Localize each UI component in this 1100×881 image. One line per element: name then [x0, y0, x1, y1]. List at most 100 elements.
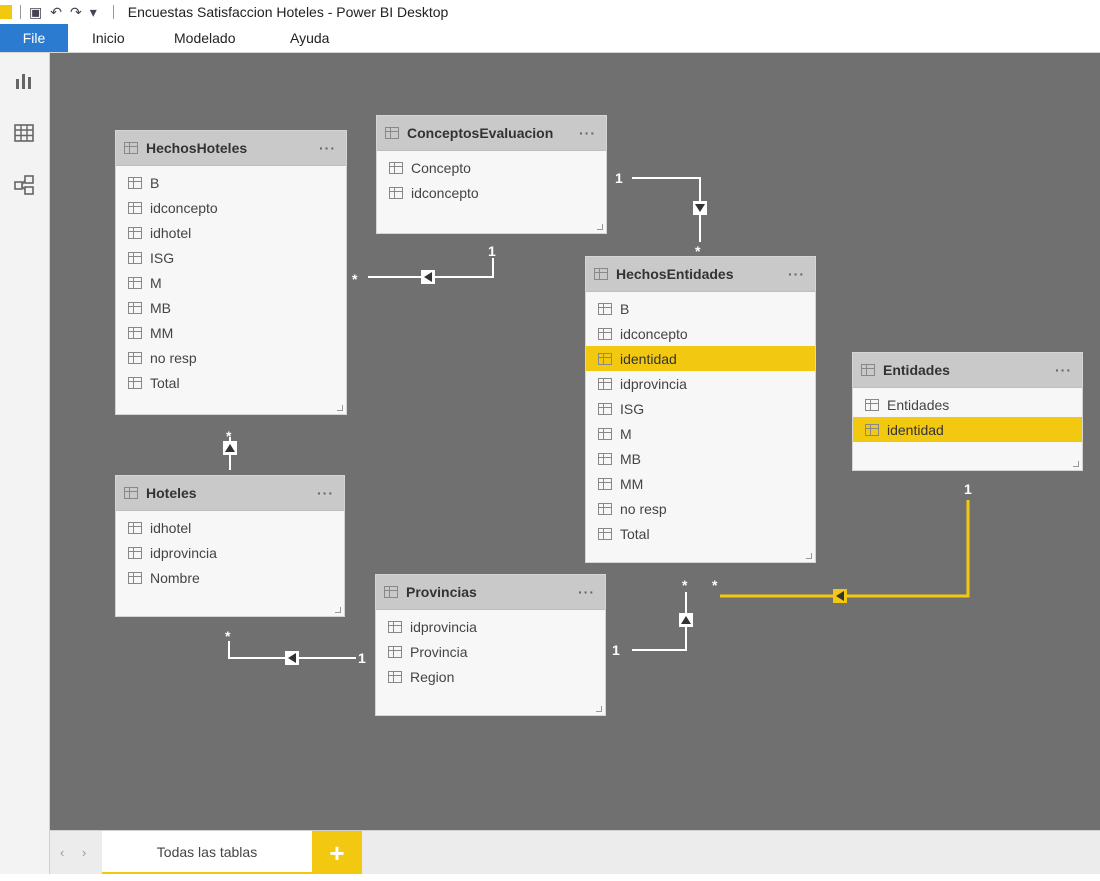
field-row[interactable]: identidad [853, 417, 1082, 442]
field-row[interactable]: identidad [586, 346, 815, 371]
field-row[interactable]: Provincia [376, 639, 605, 664]
column-icon [128, 326, 142, 339]
tab-file[interactable]: File [0, 24, 68, 52]
undo-icon[interactable]: ↶ [50, 4, 62, 21]
field-row[interactable]: MM [116, 320, 346, 345]
redo-icon[interactable]: ↷ [70, 4, 82, 21]
column-icon [598, 452, 612, 465]
field-name: idconcepto [620, 325, 688, 342]
customize-toolbar-icon[interactable]: ▾ [90, 4, 97, 21]
field-row[interactable]: MM [586, 471, 815, 496]
table-header[interactable]: ConceptosEvaluacion ··· [377, 116, 606, 151]
field-row[interactable]: idprovincia [586, 371, 815, 396]
field-name: MM [620, 475, 644, 492]
table-card-entidades[interactable]: Entidades ··· Entidades identidad [853, 353, 1082, 470]
column-icon [128, 251, 142, 264]
field-row[interactable]: M [116, 270, 346, 295]
table-header[interactable]: HechosHoteles ··· [116, 131, 346, 166]
table-card-conceptosevaluacion[interactable]: ConceptosEvaluacion ··· Concepto idconcep… [377, 116, 606, 233]
more-options-icon[interactable]: ··· [1055, 362, 1072, 378]
field-row[interactable]: idhotel [116, 515, 344, 540]
table-icon [384, 586, 398, 598]
add-layout-button[interactable]: + [312, 831, 362, 875]
table-card-provincias[interactable]: Provincias ··· idprovincia Provincia Regio… [376, 575, 605, 715]
more-options-icon[interactable]: ··· [578, 584, 595, 600]
view-switcher [0, 53, 50, 881]
report-view-icon[interactable] [12, 69, 36, 93]
field-row[interactable]: ISG [586, 396, 815, 421]
table-card-hechoshoteles[interactable]: HechosHoteles ··· Bidconcepto idhotel ISG M… [116, 131, 346, 414]
divider [112, 5, 114, 19]
tab-inicio[interactable]: Inicio [92, 24, 125, 52]
scroll-left-icon[interactable]: ‹ [60, 845, 64, 860]
table-name: Entidades [883, 362, 950, 378]
column-icon [128, 301, 142, 314]
field-row[interactable]: no resp [116, 345, 346, 370]
ribbon: File Inicio Modelado Ayuda [0, 24, 1100, 53]
field-row[interactable]: Region [376, 664, 605, 689]
field-name: idprovincia [150, 544, 217, 561]
table-name: ConceptosEvaluacion [407, 125, 554, 141]
table-header[interactable]: Entidades ··· [853, 353, 1082, 388]
field-name: MM [150, 324, 174, 341]
field-name: idconcepto [411, 184, 479, 201]
table-card-hechosentidades[interactable]: HechosEntidades ··· Bidconcepto identidad… [586, 257, 815, 562]
column-icon [598, 427, 612, 440]
table-name: Provincias [406, 584, 477, 600]
field-row[interactable]: no resp [586, 496, 815, 521]
table-header[interactable]: HechosEntidades ··· [586, 257, 815, 292]
field-row[interactable]: Concepto [377, 155, 606, 180]
field-row[interactable]: ISG [116, 245, 346, 270]
field-row[interactable]: idconcepto [377, 180, 606, 205]
column-icon [598, 377, 612, 390]
table-header[interactable]: Hoteles ··· [116, 476, 344, 511]
column-icon [388, 620, 402, 633]
field-name: identidad [887, 421, 944, 438]
resize-handle[interactable] [596, 706, 602, 712]
resize-handle[interactable] [806, 553, 812, 559]
field-row[interactable]: idconcepto [586, 321, 815, 346]
scroll-right-icon[interactable]: › [82, 845, 86, 860]
field-name: idprovincia [620, 375, 687, 392]
tab-modelado[interactable]: Modelado [174, 24, 236, 52]
field-name: B [620, 300, 630, 317]
field-row[interactable]: Entidades [853, 392, 1082, 417]
field-list: idhotel idprovincia Nombre [116, 511, 344, 590]
table-header[interactable]: Provincias ··· [376, 575, 605, 610]
model-view-icon[interactable] [12, 173, 36, 197]
field-row[interactable]: MB [586, 446, 815, 471]
table-card-hoteles[interactable]: Hoteles ··· idhotel idprovincia Nombre [116, 476, 344, 616]
field-row[interactable]: Total [586, 521, 815, 546]
title-bar: ▣ ↶ ↷ ▾ Encuestas Satisfaccion Hoteles -… [0, 0, 1100, 24]
column-icon [128, 546, 142, 559]
more-options-icon[interactable]: ··· [319, 140, 336, 156]
resize-handle[interactable] [1073, 461, 1079, 467]
field-name: Concepto [411, 159, 471, 176]
field-row[interactable]: Total [116, 370, 346, 395]
field-row[interactable]: idprovincia [376, 614, 605, 639]
field-name: Region [410, 668, 455, 685]
field-row[interactable]: idconcepto [116, 195, 346, 220]
column-icon [598, 477, 612, 490]
field-name: Provincia [410, 643, 468, 660]
resize-handle[interactable] [597, 224, 603, 230]
tab-todas-las-tablas[interactable]: Todas las tablas [102, 831, 312, 875]
field-row[interactable]: B [116, 170, 346, 195]
field-row[interactable]: B [586, 296, 815, 321]
field-row[interactable]: MB [116, 295, 346, 320]
more-options-icon[interactable]: ··· [579, 125, 596, 141]
field-row[interactable]: idhotel [116, 220, 346, 245]
more-options-icon[interactable]: ··· [788, 266, 805, 282]
tab-ayuda[interactable]: Ayuda [290, 24, 329, 52]
more-options-icon[interactable]: ··· [317, 485, 334, 501]
status-strip [0, 874, 1100, 881]
resize-handle[interactable] [335, 607, 341, 613]
field-row[interactable]: M [586, 421, 815, 446]
field-row[interactable]: Nombre [116, 565, 344, 590]
save-icon[interactable]: ▣ [29, 4, 42, 21]
column-icon [388, 670, 402, 683]
table-name: Hoteles [146, 485, 197, 501]
field-row[interactable]: idprovincia [116, 540, 344, 565]
data-view-icon[interactable] [12, 121, 36, 145]
resize-handle[interactable] [337, 405, 343, 411]
